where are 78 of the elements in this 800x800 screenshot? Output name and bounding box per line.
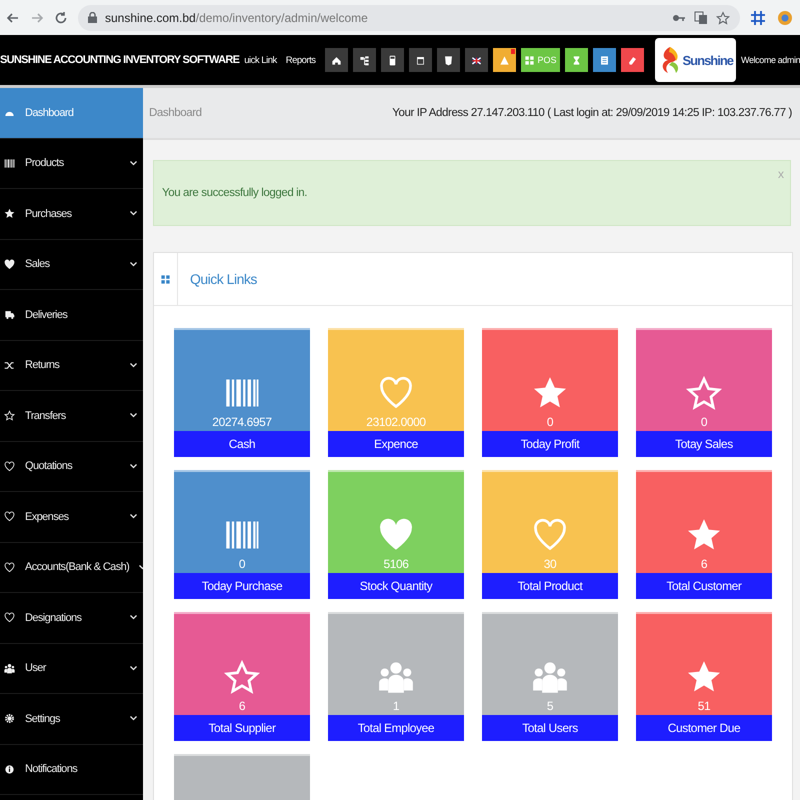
reload-icon[interactable]: [54, 10, 68, 24]
tile-value: 6: [238, 699, 246, 713]
star-icon: [4, 208, 15, 220]
welcome-text: Welcome admin: [741, 55, 800, 65]
heart-icon: [532, 517, 568, 553]
home-button[interactable]: [324, 48, 348, 72]
tile-value: 5: [546, 699, 554, 713]
sitemap-icon: [358, 54, 370, 66]
home-icon: [330, 54, 342, 66]
alert-message: You are successfully logged in.: [162, 187, 308, 199]
translate-icon[interactable]: [694, 10, 708, 24]
barcode-icon: [4, 158, 15, 169]
tile-value: 5106: [383, 557, 409, 571]
truck-icon: [4, 309, 15, 320]
heart-icon: [4, 511, 15, 522]
logo: Sunshine: [654, 38, 736, 82]
tile-value: 0: [700, 415, 708, 429]
tile-label[interactable]: Total Users: [482, 715, 618, 741]
warning-button[interactable]: [492, 48, 516, 72]
star-icon: [686, 375, 722, 411]
heart-icon: [4, 460, 15, 472]
heart-icon: [378, 375, 414, 411]
tile-label[interactable]: Total Product: [482, 573, 618, 599]
tile-value: 30: [544, 557, 556, 571]
tile-value: 20274.6957: [212, 415, 272, 429]
eraser-icon: [626, 54, 638, 66]
heart-icon: [4, 258, 15, 270]
tile-label[interactable]: Expence: [328, 431, 464, 457]
list-button[interactable]: [592, 48, 616, 72]
heart-icon: [4, 612, 15, 624]
lock-icon: [88, 12, 97, 23]
users-icon: [4, 662, 15, 674]
nav-link[interactable]: uick Link: [244, 54, 277, 66]
shield-icon: [442, 54, 454, 66]
shuffle-icon: [4, 360, 15, 371]
tile-label[interactable]: Today Profit: [482, 431, 618, 457]
grid-icon: [160, 274, 171, 284]
app-title: SUNSHINE ACCOUNTING INVENTORY SOFTWARE: [0, 54, 240, 66]
back-icon[interactable]: [6, 10, 20, 24]
shield-button[interactable]: [436, 48, 460, 72]
nav-link[interactable]: Reports: [286, 54, 316, 66]
extension-icon[interactable]: [776, 8, 794, 26]
calendar-button[interactable]: [408, 48, 432, 72]
star-icon: [224, 659, 260, 695]
settings-icon: [4, 713, 15, 724]
panel-title: Quick Links: [190, 271, 257, 287]
ip-address-text: Your IP Address 27.147.203.110 ( Last login at: 29/09/2019 14:25 IP: 103.237.76.77 ): [392, 107, 792, 119]
info-icon: [4, 764, 15, 775]
tile-label[interactable]: Total Customer: [636, 573, 772, 599]
heart-icon: [4, 562, 15, 573]
tile-value: 6: [700, 557, 708, 571]
tile-label[interactable]: Customer Due: [636, 715, 772, 741]
tile-label[interactable]: Today Purchase: [174, 573, 310, 599]
calendar-icon: [414, 54, 426, 66]
calculator-button[interactable]: [380, 48, 404, 72]
grid-icon: [524, 54, 534, 66]
list-icon: [598, 54, 610, 66]
tile-label[interactable]: Stock Quantity: [328, 573, 464, 599]
tile-value: 51: [698, 699, 710, 713]
tile-value: 0: [238, 557, 246, 571]
flag-button[interactable]: [464, 48, 488, 72]
hourglass-button[interactable]: [564, 48, 588, 72]
warning-icon: [498, 54, 510, 66]
tile-value: 1: [392, 699, 400, 713]
eraser-button[interactable]: [620, 48, 644, 72]
tile-label[interactable]: Total Supplier: [174, 715, 310, 741]
tile-label[interactable]: Total Employee: [328, 715, 464, 741]
sitemap-button[interactable]: [352, 48, 376, 72]
star-icon[interactable]: [716, 10, 730, 24]
flag-icon: [470, 54, 482, 66]
sidebar-item[interactable]: Dashboard: [0, 88, 143, 138]
star-icon: [4, 410, 15, 422]
tile-value: 23102.0000: [366, 415, 426, 429]
address-bar[interactable]: sunshine.com.bd/demo/inventory/admin/welcome: [78, 4, 740, 30]
tile-label[interactable]: Totay Sales: [636, 431, 772, 457]
hash-icon[interactable]: [750, 10, 766, 26]
tile-label[interactable]: Cash: [174, 431, 310, 457]
tile-value: 0: [546, 415, 554, 429]
